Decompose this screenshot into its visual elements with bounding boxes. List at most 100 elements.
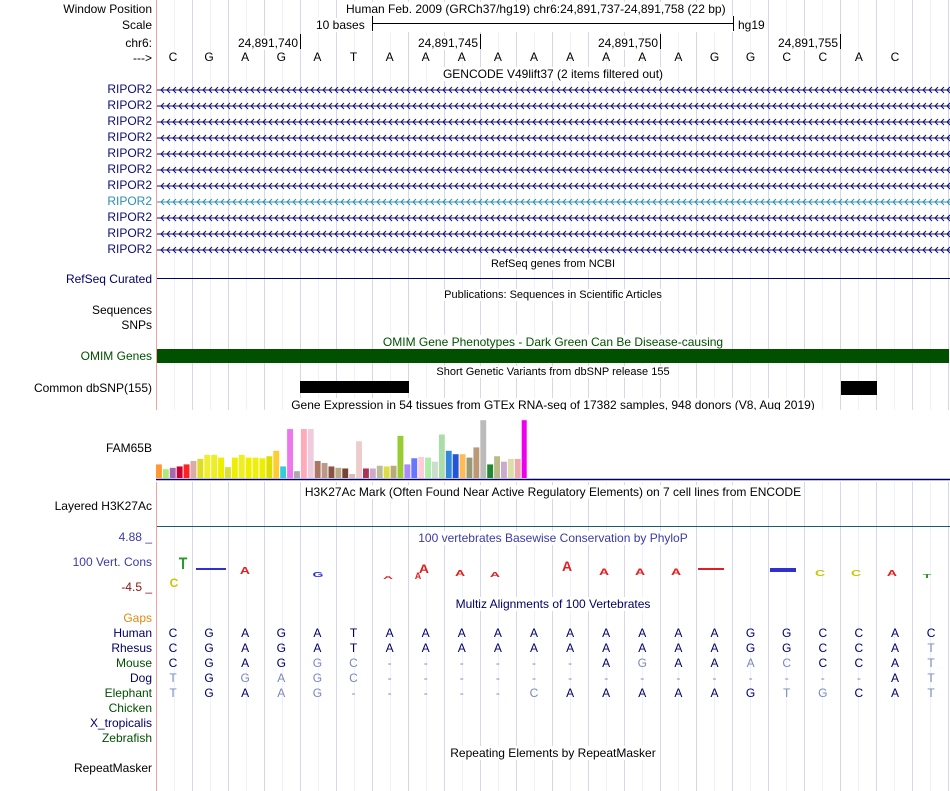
multiz-base: G: [204, 641, 214, 655]
multiz-base: T: [349, 626, 358, 640]
gtex-tissue-bar: [169, 467, 176, 478]
omim-track-title: OMIM Gene Phenotypes - Dark Green Can Be…: [382, 335, 724, 349]
gencode-transcript-label[interactable]: RIPOR2: [107, 82, 152, 96]
multiz-species-label[interactable]: Mouse: [116, 656, 152, 670]
ruler-position-label: 24,891,745: [412, 36, 478, 50]
gtex-tissue-bar: [356, 441, 362, 478]
multiz-base: A: [710, 656, 719, 670]
scale-value: 10 bases: [316, 18, 365, 32]
gtex-tissue-bar: [494, 456, 500, 478]
gtex-expression-chart[interactable]: [156, 410, 950, 482]
dbsnp-track-label[interactable]: Common dbSNP(155): [34, 381, 152, 395]
multiz-base: C: [854, 686, 864, 700]
ruler-tick: [300, 34, 301, 49]
phylop-track-label[interactable]: 100 Vert. Cons: [73, 555, 152, 569]
gencode-transcript-line[interactable]: [157, 244, 950, 256]
gtex-tissue-bar: [521, 420, 527, 478]
window-position-label: Window Position: [63, 2, 152, 16]
multiz-gaps-label[interactable]: Gaps: [123, 611, 152, 625]
multiz-species-label[interactable]: Zebrafish: [102, 731, 152, 745]
multiz-base: A: [385, 626, 394, 640]
gtex-tissue-bar: [307, 429, 314, 478]
publications-label-sequences[interactable]: Sequences: [92, 303, 152, 317]
gtex-tissue-bar: [162, 469, 169, 478]
multiz-base: C: [529, 686, 539, 700]
multiz-base: -: [784, 671, 789, 685]
gencode-transcript-line[interactable]: [157, 228, 950, 240]
multiz-base: C: [818, 656, 828, 670]
chrom-label: chr6:: [125, 36, 152, 50]
gencode-transcript-line[interactable]: [157, 116, 950, 128]
multiz-species-label[interactable]: Elephant: [105, 686, 152, 700]
phylop-glyph: [770, 568, 796, 572]
gtex-tissue-bar: [397, 435, 404, 478]
gencode-transcript-line[interactable]: [157, 84, 950, 96]
gencode-transcript-line[interactable]: [157, 196, 950, 208]
multiz-base: G: [204, 686, 214, 700]
multiz-base: T: [169, 686, 177, 700]
gencode-transcript-line[interactable]: [157, 132, 950, 144]
base-letter: A: [602, 50, 611, 64]
multiz-base: C: [782, 656, 792, 670]
multiz-base: A: [710, 641, 719, 655]
gencode-transcript-label[interactable]: RIPOR2: [107, 146, 152, 160]
refseq-gene-line[interactable]: [157, 278, 950, 279]
repeatmasker-track-title: Repeating Elements by RepeatMasker: [450, 746, 656, 760]
gtex-tissue-bar: [225, 467, 231, 478]
gtex-tissue-bar: [418, 456, 425, 478]
gencode-transcript-line[interactable]: [157, 212, 950, 224]
gencode-transcript-line[interactable]: [157, 164, 950, 176]
multiz-base: A: [638, 686, 647, 700]
multiz-species-label[interactable]: Rhesus: [111, 641, 152, 655]
gencode-transcript-label[interactable]: RIPOR2: [107, 210, 152, 224]
multiz-base: G: [745, 641, 756, 655]
dbsnp-variant-2[interactable]: [841, 381, 877, 395]
gtex-tissue-bar: [480, 420, 487, 478]
gencode-transcript-line[interactable]: [157, 100, 950, 112]
gtex-tissue-bar: [156, 464, 162, 478]
refseq-track-label[interactable]: RefSeq Curated: [66, 272, 152, 286]
dbsnp-variant-1[interactable]: [300, 381, 408, 393]
gencode-transcript-label[interactable]: RIPOR2: [107, 194, 152, 208]
gencode-transcript-line[interactable]: [157, 148, 950, 160]
gtex-tissue-bar: [501, 461, 507, 478]
publications-label-snps[interactable]: SNPs: [121, 318, 152, 332]
gencode-transcript-label[interactable]: RIPOR2: [107, 98, 152, 112]
phylop-max-label: 4.88 _: [118, 530, 152, 544]
repeatmasker-track-label[interactable]: RepeatMasker: [74, 761, 152, 775]
multiz-base: G: [204, 626, 214, 640]
gencode-transcript-label[interactable]: RIPOR2: [107, 114, 152, 128]
omim-gene-bar[interactable]: [157, 349, 949, 363]
multiz-base: -: [676, 671, 681, 685]
phylop-min-label: -4.5 _: [121, 580, 152, 594]
gtex-tissue-bar: [321, 463, 328, 478]
h3k27ac-track-label[interactable]: Layered H3K27Ac: [55, 499, 152, 513]
phylop-logo[interactable]: T A G AA A AA A A A C C A TC A: [156, 555, 950, 591]
window-position-value[interactable]: Human Feb. 2009 (GRCh37/hg19) chr6:24,89…: [346, 2, 726, 16]
gencode-transcript-line[interactable]: [157, 180, 950, 192]
multiz-species-label[interactable]: Human: [113, 626, 152, 640]
gencode-transcript-label[interactable]: RIPOR2: [107, 178, 152, 192]
multiz-base: A: [566, 626, 575, 640]
multiz-species-label[interactable]: X_tropicalis: [90, 716, 152, 730]
gtex-tissue-bar: [300, 429, 307, 478]
multiz-base: A: [529, 641, 538, 655]
multiz-species-label[interactable]: Dog: [130, 671, 152, 685]
gtex-track-label[interactable]: FAM65B: [106, 441, 152, 455]
base-letter: A: [457, 50, 466, 64]
multiz-species-label[interactable]: Chicken: [109, 701, 152, 715]
base-letter: C: [818, 50, 828, 64]
gtex-tissue-bar: [211, 454, 218, 478]
multiz-base: A: [674, 641, 683, 655]
gencode-transcript-label[interactable]: RIPOR2: [107, 226, 152, 240]
gencode-transcript-label[interactable]: RIPOR2: [107, 242, 152, 256]
gencode-transcript-label[interactable]: RIPOR2: [107, 162, 152, 176]
gtex-tissue-bar: [245, 457, 252, 478]
phylop-glyph: A: [635, 566, 646, 577]
omim-track-label[interactable]: OMIM Genes: [81, 349, 152, 363]
phylop-glyph: A: [671, 566, 682, 577]
multiz-base: -: [423, 686, 428, 700]
gencode-transcript-label[interactable]: RIPOR2: [107, 130, 152, 144]
gtex-tissue-bar: [238, 454, 245, 478]
multiz-base: -: [495, 656, 500, 670]
